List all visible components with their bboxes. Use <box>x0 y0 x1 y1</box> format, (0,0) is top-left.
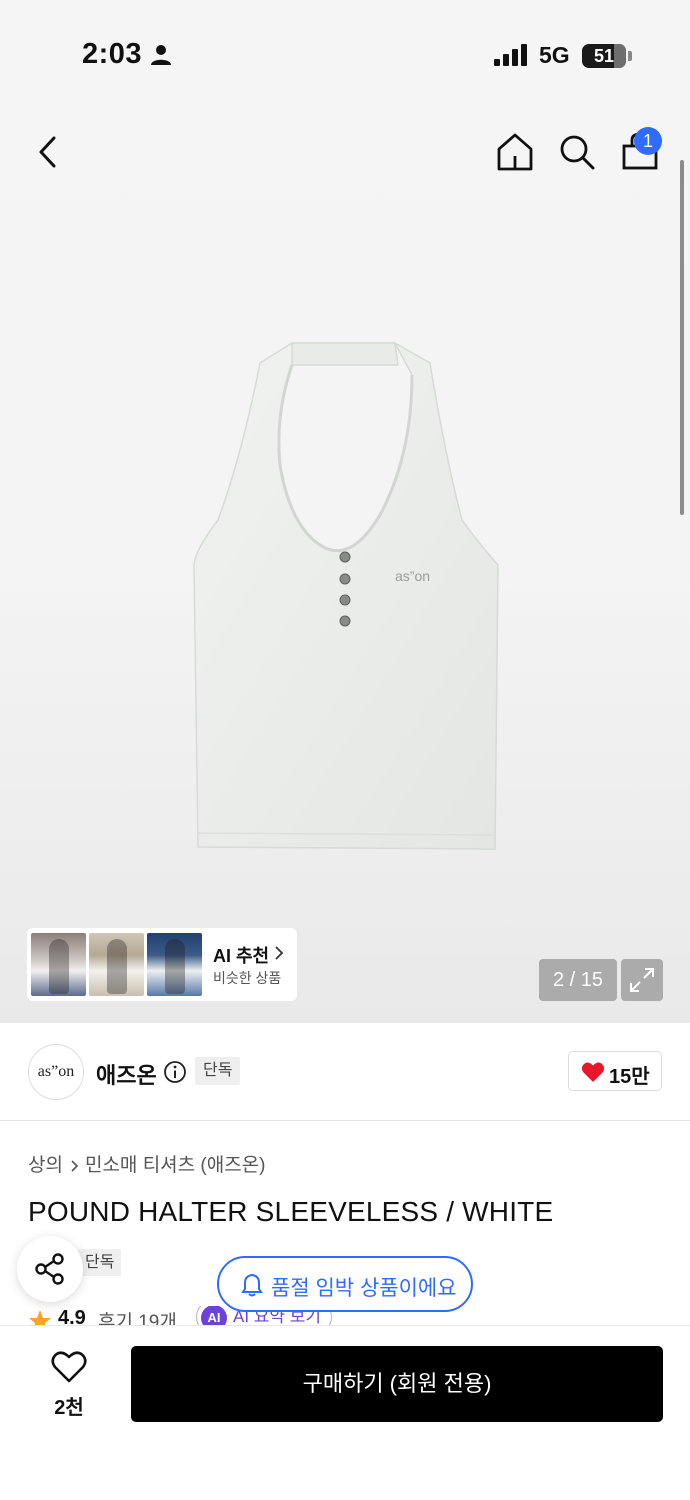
info-icon[interactable] <box>163 1060 187 1084</box>
ai-recommend-subtitle: 비슷한 상품 <box>213 970 282 986</box>
bell-icon <box>241 1273 263 1297</box>
ai-recommend-title: AI 추천 <box>213 946 270 966</box>
signal-icon <box>494 44 527 66</box>
status-time: 2:03 <box>82 38 143 70</box>
breadcrumb-category[interactable]: 상의 <box>28 1155 63 1176</box>
back-icon[interactable] <box>30 130 70 174</box>
chevron-right-icon <box>275 946 284 960</box>
thumbnail-figure <box>107 939 127 994</box>
status-bar: 2:03 5G 51 <box>0 0 690 110</box>
battery-tip <box>628 51 632 61</box>
expand-icon <box>630 968 654 992</box>
cart-count-badge: 1 <box>634 127 662 155</box>
bottom-bar: 2천 구매하기 (회원 전용) <box>0 1325 690 1500</box>
brand-like-button[interactable]: 15만 <box>568 1051 662 1091</box>
expand-button[interactable] <box>621 959 663 1001</box>
heart-icon <box>51 1351 87 1383</box>
buy-button[interactable]: 구매하기 (회원 전용) <box>131 1346 663 1422</box>
chevron-right-icon <box>71 1160 79 1172</box>
share-icon <box>35 1253 64 1285</box>
battery-indicator: 51 <box>582 44 626 68</box>
recommend-thumbnail[interactable] <box>147 933 202 996</box>
product-title: POUND HALTER SLEEVELESS / WHITE <box>28 1196 554 1227</box>
ai-recommend-card[interactable]: AI 추천 비슷한 상품 <box>27 928 297 1001</box>
share-button[interactable] <box>17 1236 83 1302</box>
network-label: 5G <box>539 42 570 68</box>
wishlist-count: 2천 <box>54 1397 84 1419</box>
product-exclusive-tag: 단독 <box>78 1249 122 1276</box>
scrollbar[interactable] <box>680 160 684 515</box>
battery-empty-portion <box>614 44 626 68</box>
brand-name[interactable]: 애즈온 <box>96 1058 157 1090</box>
person-icon <box>151 45 171 65</box>
battery-level-text: 51 <box>593 46 615 66</box>
search-icon[interactable] <box>555 130 599 174</box>
recommend-thumbnail[interactable] <box>31 933 86 996</box>
recommend-thumbnail[interactable] <box>89 933 144 996</box>
breadcrumb: 상의 민소매 티셔츠 (애즈온) <box>28 1150 266 1177</box>
brand-row: as”on 애즈온 단독 15만 <box>0 1023 690 1121</box>
home-icon[interactable] <box>493 130 537 174</box>
brand-exclusive-badge: 단독 <box>195 1057 241 1085</box>
thumbnail-figure <box>49 939 69 994</box>
brand-logo[interactable]: as”on <box>28 1044 84 1100</box>
shirt-print-text: as”on <box>395 568 430 584</box>
soldout-notice-text: 품절 임박 상품이에요 <box>271 1277 457 1300</box>
breadcrumb-subcategory[interactable]: 민소매 티셔츠 (애즈온) <box>85 1155 266 1176</box>
wishlist-button[interactable]: 2천 <box>35 1346 103 1426</box>
thumbnail-figure <box>165 939 185 994</box>
soldout-notice[interactable]: 품절 임박 상품이에요 <box>217 1256 473 1312</box>
brand-like-count: 15만 <box>609 1066 650 1088</box>
image-page-counter: 2 / 15 <box>539 959 617 1001</box>
product-image: as”on <box>193 341 499 850</box>
heart-icon <box>581 1062 605 1082</box>
